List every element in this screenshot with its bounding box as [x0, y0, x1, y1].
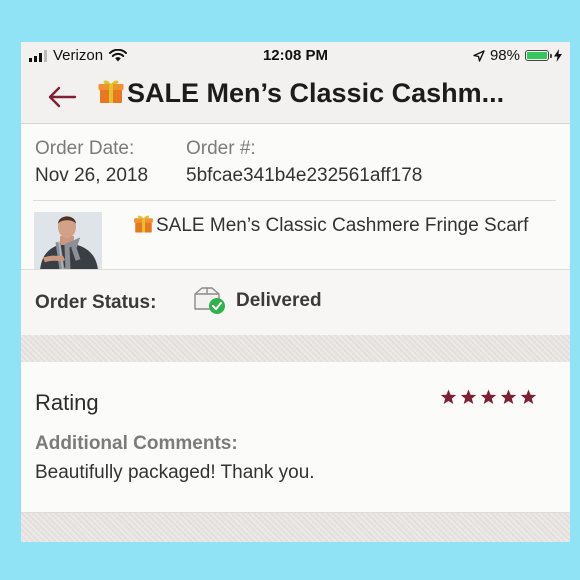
- order-status-row: Order Status: Delivered: [21, 269, 570, 336]
- gift-icon: [134, 215, 153, 233]
- star-rating: [440, 389, 537, 405]
- star-icon: [500, 389, 517, 405]
- product-thumbnail[interactable]: [34, 212, 102, 270]
- comments-text: Beautifully packaged! Thank you.: [35, 462, 315, 483]
- delivered-box-icon: [194, 287, 225, 314]
- battery-percent: 98%: [489, 47, 520, 64]
- star-icon: [520, 389, 537, 405]
- page-title-text: SALE Men’s Classic Cashm...: [127, 78, 505, 108]
- order-info: Order Date: Nov 26, 2018 Order #: 5bfcae…: [21, 124, 570, 269]
- back-arrow-icon[interactable]: [45, 80, 79, 114]
- phone-screen: Verizon 12:08 PM 98% SALE Men’s Classic …: [21, 42, 570, 542]
- order-status-label: Order Status:: [35, 292, 157, 313]
- battery-fill: [527, 52, 547, 59]
- section-separator: [21, 335, 570, 362]
- scarf-product-image: [34, 212, 102, 270]
- star-icon: [440, 389, 457, 405]
- gift-icon: [98, 80, 124, 103]
- star-icon: [480, 389, 497, 405]
- section-separator: [21, 513, 570, 542]
- item-title[interactable]: SALE Men’s Classic Cashmere Fringe Scarf: [133, 212, 553, 239]
- divider: [33, 200, 556, 201]
- nav-bar: SALE Men’s Classic Cashm...: [21, 70, 570, 124]
- page-title: SALE Men’s Classic Cashm...: [97, 77, 562, 109]
- status-right: 98%: [473, 47, 562, 64]
- item-title-text: SALE Men’s Classic Cashmere Fringe Scarf: [156, 215, 529, 236]
- star-icon: [460, 389, 477, 405]
- location-arrow-icon: [473, 49, 485, 62]
- order-number-label: Order #:: [186, 138, 256, 159]
- battery-icon: [525, 50, 552, 61]
- rating-card: Rating Additional Comments: Beautifully …: [21, 362, 570, 513]
- charging-bolt-icon: [554, 49, 562, 62]
- order-date-value: Nov 26, 2018: [35, 165, 149, 186]
- order-status-value: Delivered: [236, 290, 322, 311]
- order-date-label: Order Date:: [35, 138, 135, 159]
- order-number-value: 5bfcae341b4e232561aff178: [186, 165, 423, 186]
- comments-label: Additional Comments:: [35, 433, 238, 454]
- status-bar: Verizon 12:08 PM 98%: [21, 42, 570, 70]
- rating-label: Rating: [35, 390, 99, 415]
